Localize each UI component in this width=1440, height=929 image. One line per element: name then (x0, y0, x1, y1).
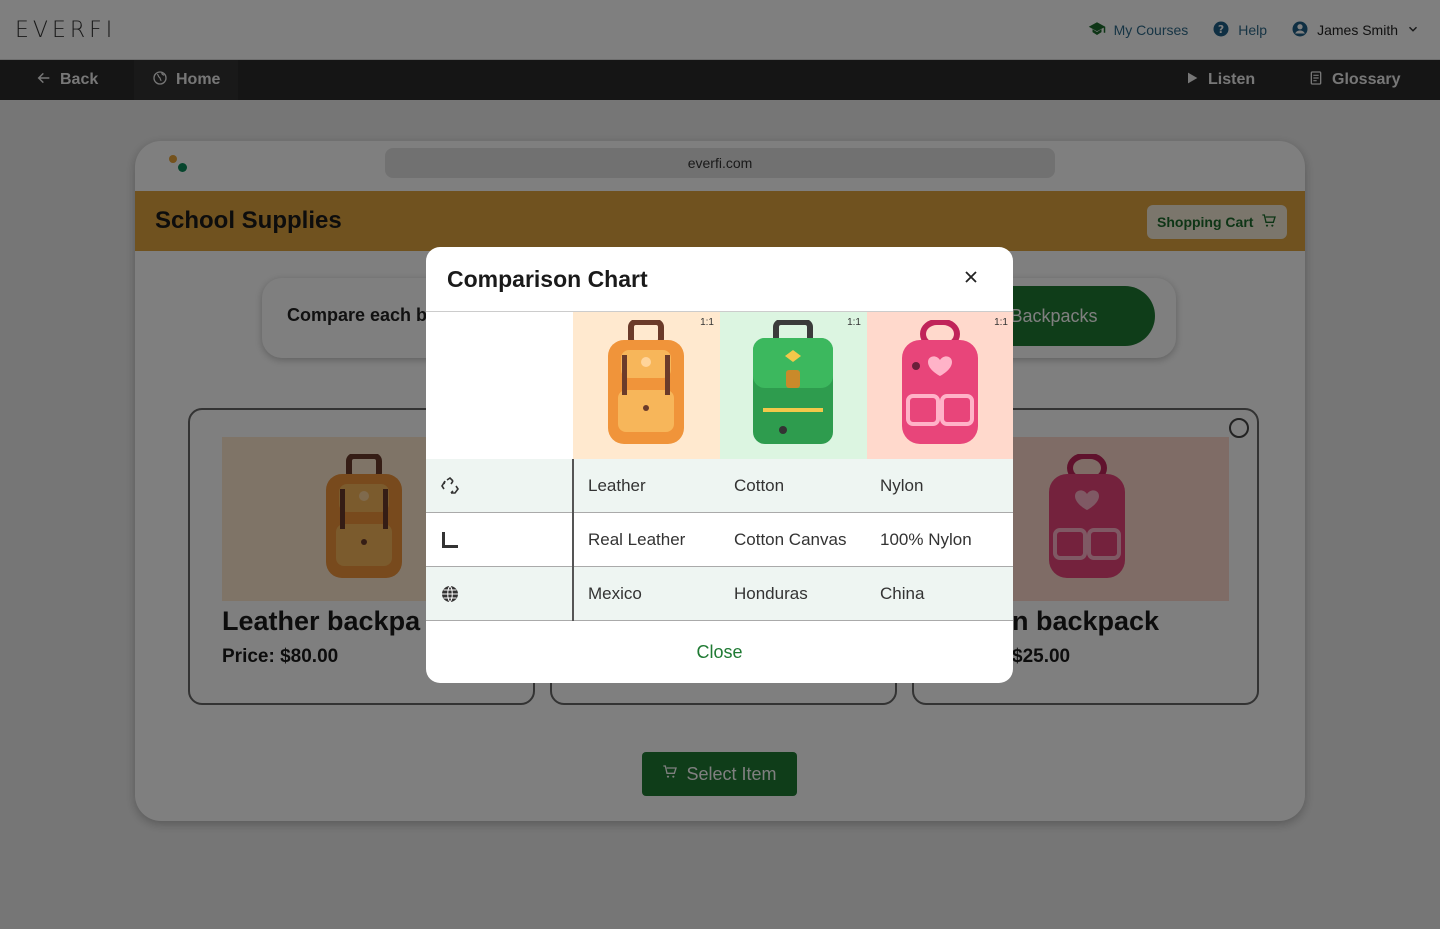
row-header (426, 513, 572, 566)
globe-icon (442, 585, 458, 603)
pink-backpack-icon (902, 320, 978, 444)
table-row-material: Leather Cotton Nylon (426, 459, 1013, 513)
column-divider (572, 513, 574, 567)
column-divider (572, 459, 574, 513)
green-backpack-icon (753, 320, 833, 444)
modal-title: Comparison Chart (447, 266, 648, 292)
close-button[interactable]: Close (426, 642, 1013, 663)
close-icon-button[interactable] (959, 267, 983, 291)
comparison-image-nylon: 1:1 (867, 312, 1013, 459)
comparison-image-leather: 1:1 (573, 312, 720, 459)
row-header (426, 459, 572, 512)
table-row-fabric: Real Leather Cotton Canvas 100% Nylon (426, 513, 1013, 567)
orange-backpack-icon (608, 320, 684, 444)
table-cell: Cotton (734, 476, 785, 495)
aspect-ratio-label: 1:1 (700, 317, 714, 328)
aspect-ratio-label: 1:1 (847, 317, 861, 328)
comparison-chart-modal: Comparison Chart 1:1 1:1 1:1 Leather Cot… (426, 247, 1013, 683)
table-row-origin: Mexico Honduras China (426, 567, 1013, 621)
table-cell: Real Leather (588, 530, 686, 549)
table-cell: Honduras (734, 584, 808, 603)
close-icon (964, 270, 978, 289)
table-cell: Mexico (588, 584, 642, 603)
table-cell: Cotton Canvas (734, 530, 847, 549)
table-cell: 100% Nylon (880, 530, 972, 549)
row-header (426, 567, 572, 620)
table-cell: China (880, 584, 925, 603)
table-cell: Nylon (880, 476, 924, 495)
comparison-image-cotton: 1:1 (720, 312, 867, 459)
table-cell: Leather (588, 476, 646, 495)
ruler-icon (442, 532, 458, 548)
recycle-icon (441, 476, 459, 494)
column-divider (572, 567, 574, 621)
aspect-ratio-label: 1:1 (994, 317, 1008, 328)
